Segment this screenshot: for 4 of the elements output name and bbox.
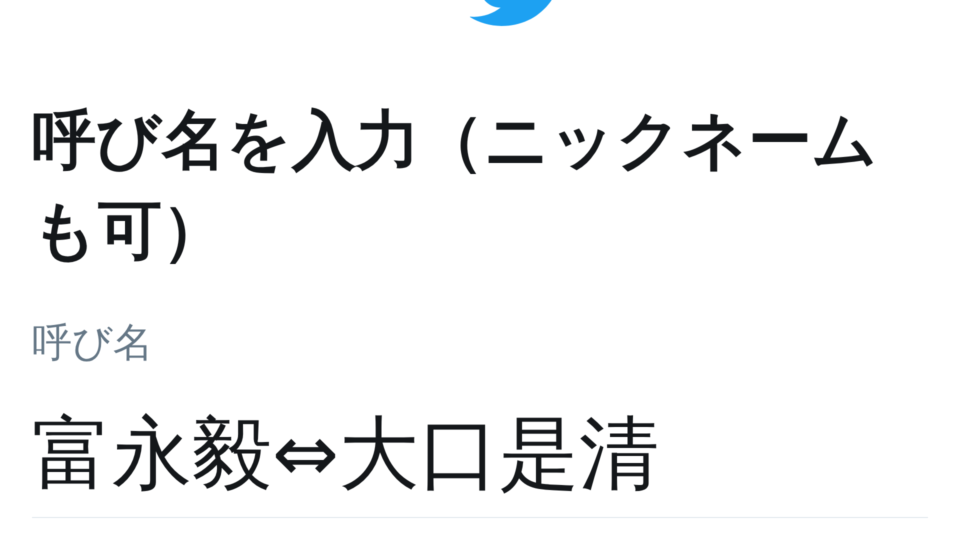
- field-label: 呼び名: [32, 319, 153, 368]
- nickname-field[interactable]: 呼び名 富永毅⇔大口是清: [32, 318, 928, 518]
- heading: 呼び名を入力（ニックネームも可）: [32, 103, 879, 270]
- field-value: 富永毅⇔大口是清: [32, 406, 660, 502]
